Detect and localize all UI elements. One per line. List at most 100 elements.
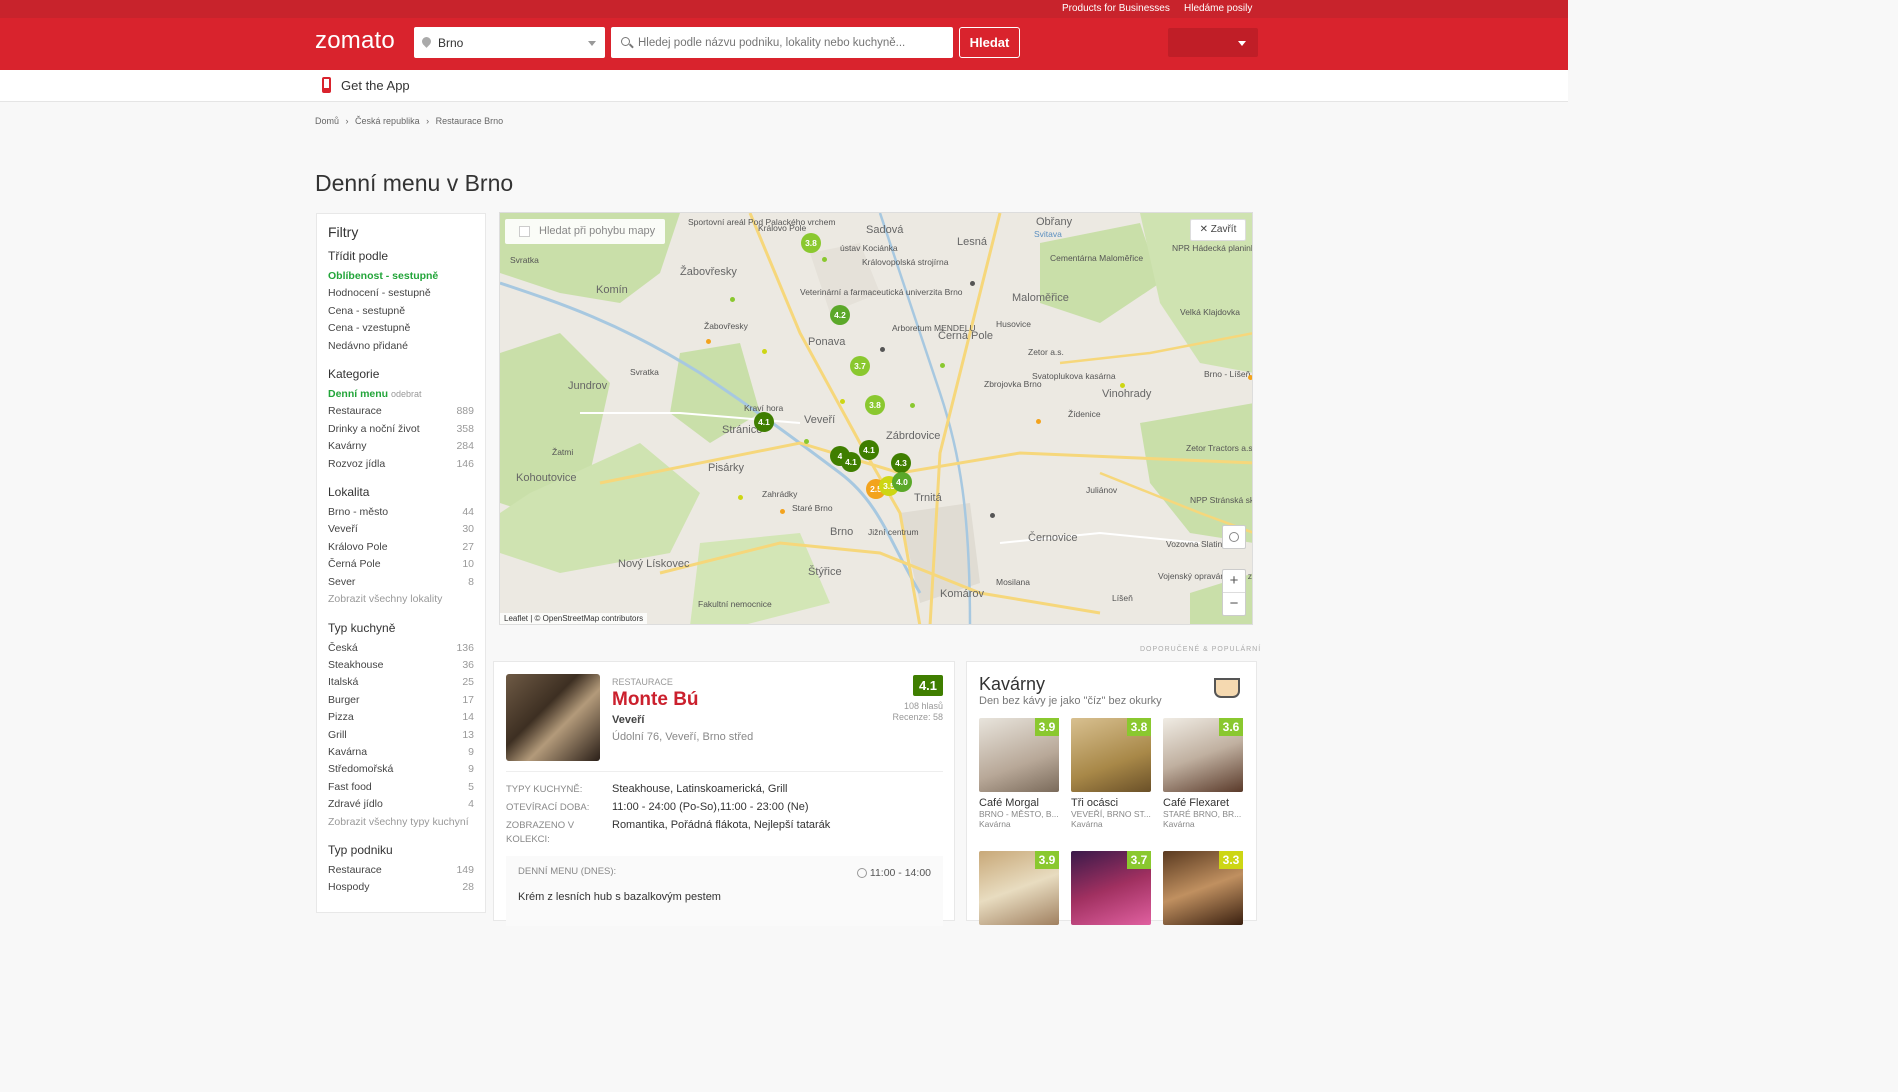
restaurant-photo[interactable] bbox=[506, 674, 600, 761]
search-input[interactable] bbox=[638, 33, 938, 53]
map-marker[interactable] bbox=[940, 363, 945, 368]
locate-me-icon[interactable] bbox=[1222, 525, 1246, 549]
cuisine-item[interactable]: Italská 25 bbox=[328, 674, 474, 691]
breadcrumb-current[interactable]: Restaurace Brno bbox=[436, 116, 504, 126]
search-button[interactable]: Hledat bbox=[959, 27, 1020, 58]
category-item[interactable]: Rozvoz jídla 146 bbox=[328, 456, 474, 473]
cuisine-item[interactable]: Steakhouse 36 bbox=[328, 657, 474, 674]
zoom-out-button[interactable]: − bbox=[1223, 593, 1245, 616]
cafe-photo[interactable]: 3.8 bbox=[1071, 718, 1151, 792]
cuisine-item[interactable]: Kavárna 9 bbox=[328, 744, 474, 761]
search-on-map-move-toggle[interactable]: Hledat při pohybu mapy bbox=[505, 219, 665, 244]
map-cluster[interactable]: 4.3 bbox=[891, 453, 911, 473]
category-item[interactable]: Drinky a noční život 358 bbox=[328, 421, 474, 438]
category-item[interactable]: Restaurace 889 bbox=[328, 403, 474, 420]
map-cluster[interactable]: 4.1 bbox=[841, 452, 861, 472]
locality-item[interactable]: Královo Pole 27 bbox=[328, 539, 474, 556]
map-marker[interactable] bbox=[970, 281, 975, 286]
map-cluster[interactable]: 3.8 bbox=[865, 395, 885, 415]
zomato-logo[interactable]: zomato bbox=[315, 27, 395, 55]
zoom-in-button[interactable]: + bbox=[1223, 570, 1245, 593]
map-marker[interactable] bbox=[990, 513, 995, 518]
map-marker[interactable] bbox=[822, 257, 827, 262]
map-marker[interactable] bbox=[730, 297, 735, 302]
map-marker[interactable] bbox=[706, 339, 711, 344]
map-marker[interactable] bbox=[762, 349, 767, 354]
cafe-item[interactable]: 3.9 bbox=[979, 851, 1059, 925]
map-cluster[interactable]: 3.8 bbox=[801, 233, 821, 253]
cuisine-item[interactable]: Pizza 14 bbox=[328, 709, 474, 726]
map-marker[interactable] bbox=[840, 399, 845, 404]
category-active[interactable]: Denní menu odebrat bbox=[328, 386, 474, 403]
careers-link[interactable]: Hledáme posily bbox=[1184, 3, 1252, 14]
sort-option-active[interactable]: Oblíbenost - sestupně bbox=[328, 268, 474, 285]
cuisine-item[interactable]: Česká 136 bbox=[328, 640, 474, 657]
restaurant-card[interactable]: RESTAURACE Monte Bú Veveří Údolní 76, Ve… bbox=[493, 661, 955, 926]
search-box[interactable] bbox=[611, 27, 953, 58]
map-marker[interactable] bbox=[910, 403, 915, 408]
map-marker[interactable] bbox=[1036, 419, 1041, 424]
cuisine-group: Typ kuchyně Česká 136 Steakhouse 36 Italsk… bbox=[328, 621, 474, 831]
breadcrumb-country[interactable]: Česká republika bbox=[355, 116, 420, 126]
cuisine-item[interactable]: Burger 17 bbox=[328, 692, 474, 709]
products-for-businesses-link[interactable]: Products for Businesses bbox=[1062, 3, 1170, 14]
results-map[interactable]: Sportovní areál Pod Palackého vrchem Krá… bbox=[499, 212, 1253, 625]
user-menu[interactable] bbox=[1168, 28, 1258, 57]
cuisine-item[interactable]: Grill 13 bbox=[328, 727, 474, 744]
sort-option[interactable]: Cena - sestupně bbox=[328, 303, 474, 320]
cafe-item[interactable]: 3.9 Café Morgal BRNO - MĚSTO, B... Kavár… bbox=[979, 718, 1059, 829]
cafe-item[interactable]: 3.6 Café Flexaret STARÉ BRNO, BR... Kavá… bbox=[1163, 718, 1243, 829]
map-marker[interactable] bbox=[1248, 375, 1252, 380]
show-all-localities-link[interactable]: Zobrazit všechny lokality bbox=[328, 591, 474, 608]
sort-option[interactable]: Hodnocení - sestupně bbox=[328, 285, 474, 302]
cuisine-item[interactable]: Zdravé jídlo 4 bbox=[328, 796, 474, 813]
locality-item[interactable]: Brno - město 44 bbox=[328, 504, 474, 521]
cafe-name[interactable]: Café Morgal bbox=[979, 797, 1059, 809]
cafe-item[interactable]: 3.7 bbox=[1071, 851, 1151, 925]
sort-option[interactable]: Nedávno přidané bbox=[328, 338, 474, 355]
venue-type-item[interactable]: Hospody 28 bbox=[328, 879, 474, 896]
map-marker[interactable] bbox=[1120, 383, 1125, 388]
map-marker[interactable] bbox=[804, 439, 809, 444]
collections-value[interactable]: Romantika, Pořádná flákota, Nejlepší tat… bbox=[612, 819, 830, 831]
cafe-type: Kavárna bbox=[1071, 819, 1103, 829]
venue-type-item[interactable]: Restaurace 149 bbox=[328, 862, 474, 879]
cafe-photo[interactable]: 3.9 bbox=[979, 718, 1059, 792]
restaurant-name[interactable]: Monte Bú bbox=[612, 689, 699, 711]
map-cluster[interactable]: 4.1 bbox=[754, 412, 774, 432]
map-cluster[interactable]: 4.1 bbox=[859, 440, 879, 460]
cafe-photo[interactable]: 3.7 bbox=[1071, 851, 1151, 925]
map-cluster[interactable]: 3.7 bbox=[850, 356, 870, 376]
restaurant-locality[interactable]: Veveří bbox=[612, 714, 644, 726]
cafe-photo[interactable]: 3.6 bbox=[1163, 718, 1243, 792]
cafe-location: BRNO - MĚSTO, B... bbox=[979, 809, 1059, 819]
cuisine-item[interactable]: Fast food 5 bbox=[328, 779, 474, 796]
map-cluster[interactable]: 4.0 bbox=[892, 472, 912, 492]
checkbox[interactable] bbox=[519, 226, 530, 237]
cafe-photo[interactable]: 3.3 bbox=[1163, 851, 1243, 925]
cuisine-item[interactable]: Středomořská 9 bbox=[328, 761, 474, 778]
cafes-title[interactable]: Kavárny bbox=[979, 674, 1045, 695]
show-all-cuisines-link[interactable]: Zobrazit všechny typy kuchyní bbox=[328, 814, 474, 831]
map-marker[interactable] bbox=[880, 347, 885, 352]
cafe-name[interactable]: Café Flexaret bbox=[1163, 797, 1243, 809]
map-cluster[interactable]: 4.2 bbox=[830, 305, 850, 325]
locality-item[interactable]: Sever 8 bbox=[328, 574, 474, 591]
sort-option[interactable]: Cena - vzestupně bbox=[328, 320, 474, 337]
cafe-photo[interactable]: 3.9 bbox=[979, 851, 1059, 925]
locality-item[interactable]: Veveří 30 bbox=[328, 521, 474, 538]
cafe-item[interactable]: 3.3 bbox=[1163, 851, 1243, 925]
get-app-link[interactable]: Get the App bbox=[341, 78, 410, 93]
map-marker[interactable] bbox=[738, 495, 743, 500]
reviews-count[interactable]: Recenze: 58 bbox=[892, 712, 943, 723]
category-item[interactable]: Kavárny 284 bbox=[328, 438, 474, 455]
cafe-item[interactable]: 3.8 Tři ocásci VEVEŘÍ, BRNO ST... Kavárn… bbox=[1071, 718, 1151, 829]
close-map-button[interactable]: ✕ Zavřít bbox=[1190, 219, 1246, 241]
map-marker[interactable] bbox=[780, 509, 785, 514]
remove-filter-link[interactable]: odebrat bbox=[391, 389, 422, 399]
breadcrumb-home[interactable]: Domů bbox=[315, 116, 339, 126]
location-selector[interactable]: Brno bbox=[414, 27, 605, 58]
cafe-name[interactable]: Tři ocásci bbox=[1071, 797, 1151, 809]
locality-item[interactable]: Černá Pole 10 bbox=[328, 556, 474, 573]
map-attribution[interactable]: Leaflet | © OpenStreetMap contributors bbox=[500, 613, 648, 624]
